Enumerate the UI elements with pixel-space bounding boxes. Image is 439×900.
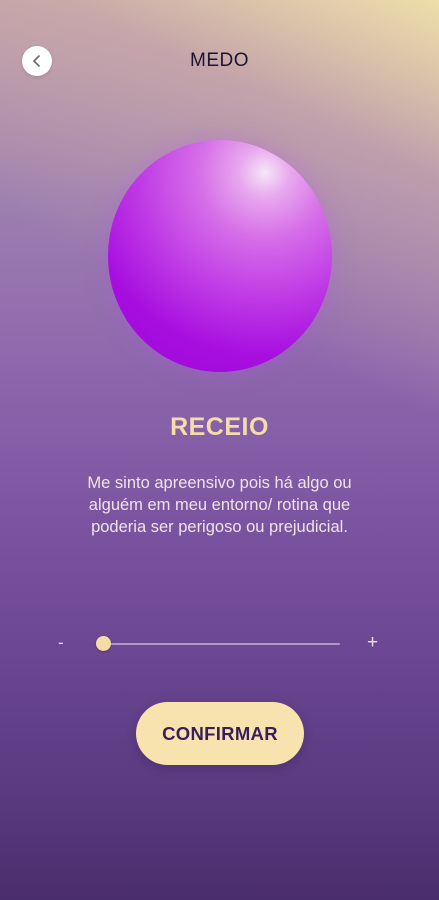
emotion-orb: [108, 140, 332, 372]
page-title: MEDO: [190, 50, 249, 71]
emotion-description: Me sinto apreensivo pois há algo ou algu…: [87, 474, 352, 536]
emotion-screen: MEDO RECEIO Me sinto apreensivo pois há …: [0, 0, 439, 900]
intensity-slider-track[interactable]: [96, 643, 340, 645]
slider-max-label: +: [367, 632, 379, 653]
emotion-name: RECEIO: [170, 413, 269, 441]
intensity-slider-thumb[interactable]: [96, 636, 111, 651]
confirm-button[interactable]: CONFIRMAR: [136, 702, 304, 765]
slider-min-label: -: [58, 633, 64, 652]
